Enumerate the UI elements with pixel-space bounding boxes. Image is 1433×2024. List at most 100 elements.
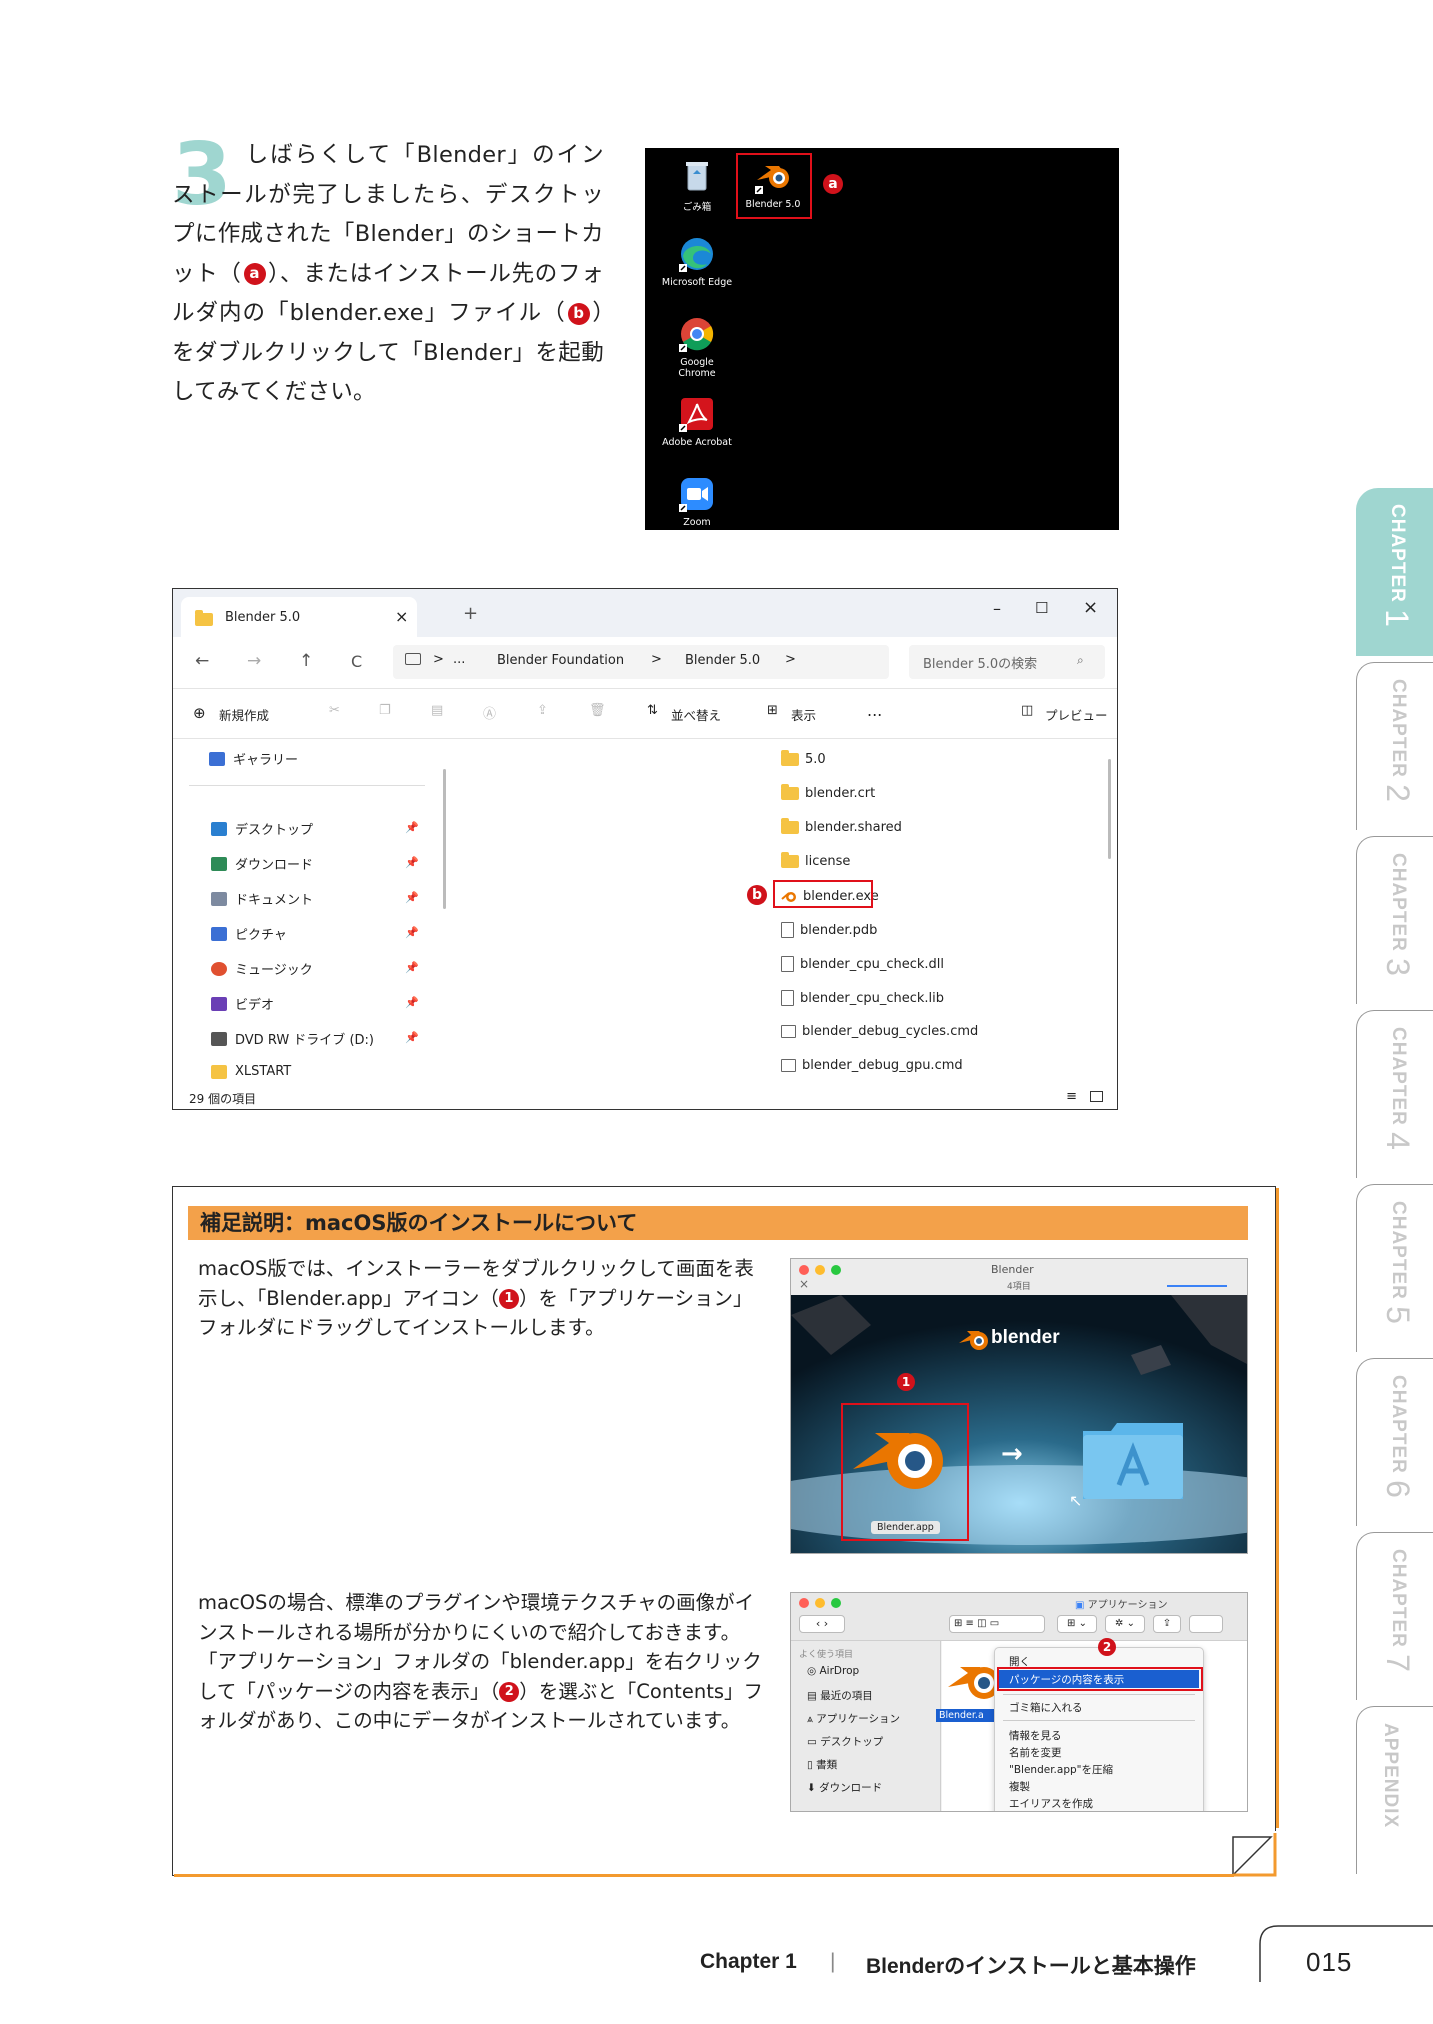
menu-item-compress[interactable]: "Blender.app"を圧縮 — [1009, 1762, 1113, 1777]
tab-blender[interactable]: Blender 5.0 × — [181, 597, 417, 637]
breadcrumb[interactable]: > ... Blender Foundation > Blender 5.0 > — [393, 645, 889, 679]
file-row-debug-cycles[interactable]: blender_debug_cycles.cmd — [781, 1024, 978, 1039]
file-row-debug-gpu[interactable]: blender_debug_gpu.cmd — [781, 1058, 963, 1073]
pin-icon[interactable]: 📌 — [405, 891, 419, 904]
delete-icon[interactable]: 🗑 — [589, 703, 606, 718]
sort-button[interactable]: 並べ替え — [671, 705, 721, 724]
more-button[interactable]: ... — [867, 701, 882, 720]
desktop-icon-recycle-bin[interactable]: ごみ箱 — [661, 156, 733, 213]
back-forward-buttons[interactable]: ‹ › — [799, 1615, 845, 1633]
chapter-tab-5[interactable]: CHAPTER 5 — [1356, 1184, 1433, 1352]
share-button[interactable]: ⇪ — [1153, 1615, 1181, 1633]
menu-item-duplicate[interactable]: 複製 — [1009, 1779, 1030, 1794]
pin-icon[interactable]: 📌 — [405, 1031, 419, 1044]
menu-item-rename[interactable]: 名前を変更 — [1009, 1745, 1062, 1760]
breadcrumb-blender-foundation[interactable]: Blender Foundation — [497, 653, 624, 668]
blender-app-label[interactable]: Blender.a — [936, 1709, 994, 1722]
file-list-scrollbar[interactable] — [1108, 759, 1111, 859]
new-tab-button[interactable]: + — [463, 603, 478, 624]
file-row-license[interactable]: license — [781, 852, 850, 869]
chapter-tab-appendix[interactable]: APPENDIX — [1356, 1706, 1433, 1874]
file-row-cpu-check-lib[interactable]: blender_cpu_check.lib — [781, 990, 944, 1006]
sidebar-item-airdrop[interactable]: ◎ AirDrop — [807, 1665, 859, 1677]
pin-icon[interactable]: 📌 — [405, 926, 419, 939]
sidebar-item-videos[interactable]: ビデオ — [211, 994, 274, 1013]
sidebar-item-desktop[interactable]: ▭ デスクトップ — [807, 1734, 883, 1749]
sidebar-item-documents[interactable]: ▯ 書類 — [807, 1757, 837, 1772]
applications-folder-icon — [1083, 1423, 1183, 1499]
view-icon: ⊞ — [767, 703, 778, 718]
minimize-dot[interactable] — [815, 1598, 825, 1608]
group-button[interactable]: ⊞ ⌄ — [1057, 1615, 1097, 1633]
close-dot[interactable] — [799, 1265, 809, 1275]
view-button[interactable]: 表示 — [791, 705, 816, 724]
applications-folder[interactable] — [1081, 1419, 1185, 1505]
desktop-icon-zoom[interactable]: Zoom — [661, 474, 733, 528]
sidebar-item-downloads[interactable]: ⬇ ダウンロード — [807, 1780, 882, 1795]
forward-button[interactable]: → — [247, 651, 261, 671]
sidebar-item-xlstart[interactable]: XLSTART — [211, 1064, 291, 1079]
file-row-blender-pdb[interactable]: blender.pdb — [781, 922, 877, 938]
file-row-blender-shared[interactable]: blender.shared — [781, 818, 902, 835]
sidebar-item-dvd[interactable]: DVD RW ドライブ (D:) — [211, 1029, 374, 1048]
sidebar-item-documents[interactable]: ドキュメント — [211, 889, 313, 908]
zoom-slider[interactable] — [1167, 1285, 1227, 1287]
tiles-view-icon[interactable] — [1090, 1091, 1103, 1102]
pin-icon[interactable]: 📌 — [405, 961, 419, 974]
chapter-tab-7[interactable]: CHAPTER 7 — [1356, 1532, 1433, 1700]
action-button[interactable]: ✲ ⌄ — [1105, 1615, 1145, 1633]
zoom-dot[interactable] — [831, 1265, 841, 1275]
menu-item-trash[interactable]: ゴミ箱に入れる — [1009, 1700, 1083, 1715]
close-icon[interactable]: × — [799, 1277, 809, 1291]
maximize-button[interactable]: ☐ — [1035, 599, 1048, 617]
view-buttons[interactable]: ⊞ ≡ ◫ ▭ — [949, 1615, 1045, 1633]
share-icon[interactable]: ⇪ — [537, 703, 548, 718]
desktop-icon-acrobat[interactable]: Adobe Acrobat — [661, 394, 733, 448]
close-dot[interactable] — [799, 1598, 809, 1608]
file-name: blender.crt — [805, 786, 876, 801]
blender-app-item[interactable] — [849, 1409, 959, 1503]
sidebar-item-recents[interactable]: ▤ 最近の項目 — [807, 1688, 873, 1703]
pin-icon[interactable]: 📌 — [405, 996, 419, 1009]
back-button[interactable]: ← — [195, 651, 209, 671]
breadcrumb-blender-5[interactable]: Blender 5.0 — [685, 653, 760, 668]
desktop-icon-chrome[interactable]: Google Chrome — [661, 314, 733, 379]
menu-item-make-alias[interactable]: エイリアスを作成 — [1009, 1796, 1093, 1811]
details-view-icon[interactable]: ≡ — [1066, 1089, 1077, 1104]
new-button[interactable]: 新規作成 — [219, 705, 269, 724]
up-button[interactable]: ↑ — [299, 651, 313, 671]
chapter-tab-3[interactable]: CHAPTER 3 — [1356, 836, 1433, 1004]
pin-icon[interactable]: 📌 — [405, 856, 419, 869]
menu-item-get-info[interactable]: 情報を見る — [1009, 1728, 1062, 1743]
minimize-dot[interactable] — [815, 1265, 825, 1275]
file-row-cpu-check-dll[interactable]: blender_cpu_check.dll — [781, 956, 944, 972]
breadcrumb-more[interactable]: ... — [453, 652, 465, 667]
chapter-tab-4[interactable]: CHAPTER 4 — [1356, 1010, 1433, 1178]
rename-icon[interactable]: Ⓐ — [483, 703, 496, 722]
zoom-dot[interactable] — [831, 1598, 841, 1608]
desktop-icon-edge[interactable]: Microsoft Edge — [661, 234, 733, 288]
pin-icon[interactable]: 📌 — [405, 821, 419, 834]
chapter-tab-6[interactable]: CHAPTER 6 — [1356, 1358, 1433, 1526]
refresh-button[interactable]: C — [351, 652, 362, 671]
copy-icon[interactable]: ❐ — [379, 703, 391, 718]
preview-button[interactable]: プレビュー — [1045, 705, 1108, 724]
sidebar-item-gallery[interactable]: ギャラリー — [209, 749, 298, 768]
tab-close-button[interactable]: × — [395, 607, 408, 626]
close-button[interactable]: × — [1083, 597, 1098, 618]
cut-icon[interactable]: ✂ — [329, 703, 340, 718]
sidebar-item-downloads[interactable]: ダウンロード — [211, 854, 313, 873]
paste-icon[interactable]: ▤ — [431, 703, 443, 718]
tag-button[interactable] — [1189, 1615, 1223, 1633]
file-row-5-0[interactable]: 5.0 — [781, 750, 826, 767]
sidebar-item-applications[interactable]: ⩓ アプリケーション — [807, 1711, 900, 1726]
minimize-button[interactable]: – — [993, 599, 1001, 618]
chapter-tab-1[interactable]: CHAPTER 1 — [1356, 488, 1433, 656]
chapter-tab-2[interactable]: CHAPTER 2 — [1356, 662, 1433, 830]
file-row-blender-crt[interactable]: blender.crt — [781, 784, 876, 801]
search-box[interactable]: Blender 5.0の検索 ⌕ — [909, 645, 1105, 679]
sidebar-item-pictures[interactable]: ピクチャ — [211, 924, 287, 943]
sidebar-item-music[interactable]: ミュージック — [211, 959, 313, 978]
sidebar-item-label: ピクチャ — [235, 928, 287, 943]
sidebar-item-desktop[interactable]: デスクトップ — [211, 819, 313, 838]
